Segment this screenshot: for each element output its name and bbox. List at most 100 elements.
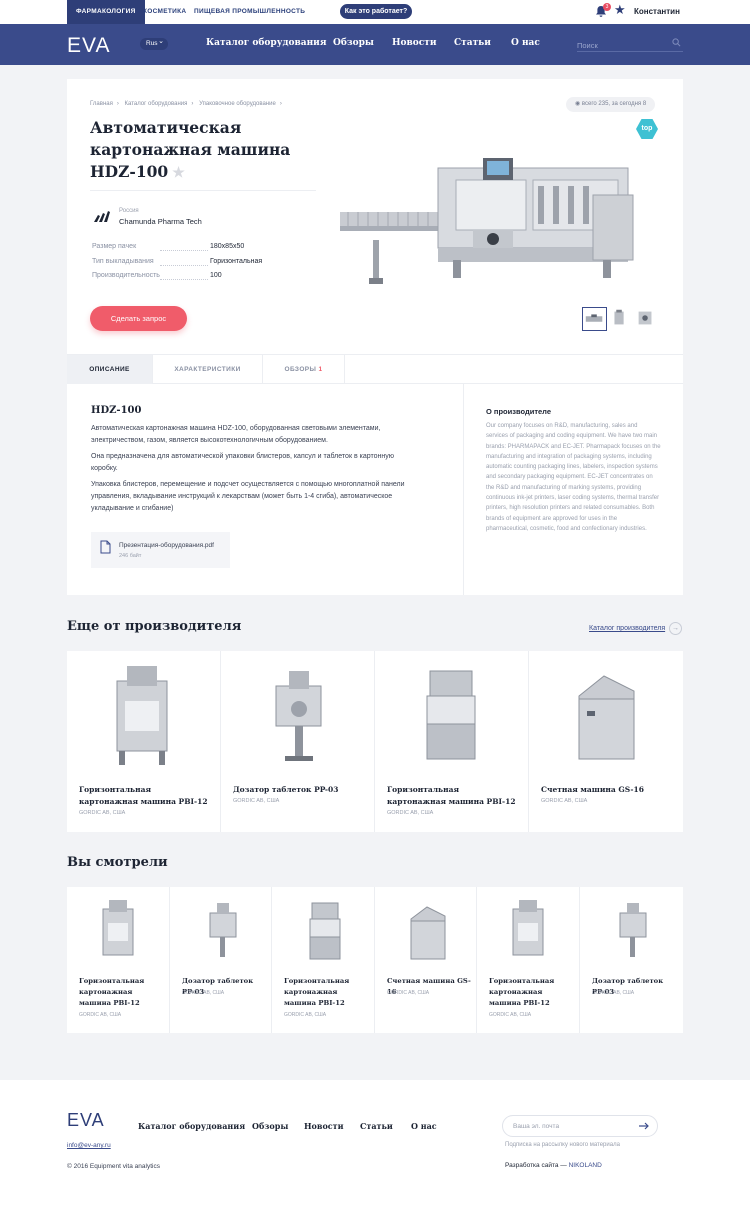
favorites-star-icon[interactable]: ★: [614, 3, 626, 17]
about-text: Our company focuses on R&D, manufacturin…: [486, 423, 661, 532]
description-paragraph: Автоматическая картонажная машина HDZ-10…: [91, 425, 381, 444]
product-maker: GORDIC AB, США: [79, 810, 126, 816]
developer-label: Разработка сайта —: [505, 1162, 567, 1169]
notification-count: 3: [603, 3, 611, 11]
manufacturer-catalog-link[interactable]: Каталог производителя: [589, 625, 665, 632]
product-name[interactable]: Горизонтальная картонажная машина PBI-12: [387, 784, 517, 808]
manufacturer-name[interactable]: Chamunda Pharma Tech: [119, 217, 202, 226]
footer-link-about[interactable]: О нас: [411, 1121, 437, 1131]
file-attachment[interactable]: Презентация-оборудования.pdf 246 байт: [91, 532, 230, 568]
thumbnail-1[interactable]: [582, 307, 607, 331]
footer-logo[interactable]: EVA: [67, 1110, 105, 1131]
divider: [463, 384, 464, 595]
manufacturer-logo-icon: [94, 211, 110, 222]
spec-value: 100: [210, 272, 222, 279]
reviews-count: 1: [318, 366, 323, 373]
product-thumb-image: [426, 670, 476, 760]
product-card-small[interactable]: Дозатор таблеток PP-03 GORDIC AB, США: [170, 887, 272, 1033]
product-card-small[interactable]: Счетная машина GS-16 GORDIC AB, США: [529, 651, 683, 832]
product-card-small[interactable]: Горизонтальная картонажная машина PBI-12…: [477, 887, 580, 1033]
nav-articles[interactable]: Статьи: [454, 38, 491, 48]
product-name[interactable]: Горизонтальная картонажная машина PBI-12: [489, 976, 575, 1009]
product-maker: GORDIC AB, США: [79, 1012, 122, 1018]
logo[interactable]: EVA: [67, 34, 110, 58]
product-card-small[interactable]: Дозатор таблеток PP-03 GORDIC AB, США: [580, 887, 683, 1033]
breadcrumb: Главная › Каталог оборудования › Упаковочн…: [90, 101, 282, 107]
search-input[interactable]: [577, 37, 667, 54]
tab-reviews[interactable]: Обзоры 1: [263, 355, 345, 384]
title-text: Автоматическая картонажная машина HDZ-10…: [90, 118, 291, 181]
thumbnail-3[interactable]: [634, 307, 659, 331]
spec-value: 180x85x50: [210, 243, 245, 250]
file-name: Презентация-оборудования.pdf: [119, 542, 214, 549]
spec-value: Горизонтальная: [210, 258, 263, 265]
product-thumb-image: [309, 902, 341, 960]
tab-description[interactable]: Описание: [67, 355, 153, 384]
breadcrumb-catalog[interactable]: Каталог оборудования: [125, 101, 188, 107]
product-name[interactable]: Счетная машина GS-16: [541, 784, 671, 796]
footer-link-catalog[interactable]: Каталог оборудования: [138, 1121, 245, 1131]
product-name[interactable]: Горизонтальная картонажная машина PBI-12: [79, 976, 165, 1009]
product-card-small[interactable]: Горизонтальная картонажная машина PBI-12…: [67, 887, 170, 1033]
view-count-badge: ◉ всего 235, за сегодня 8: [566, 97, 656, 112]
product-thumb-image: [209, 903, 237, 957]
search-icon[interactable]: [672, 38, 681, 47]
product-name[interactable]: Горизонтальная картонажная машина PBI-12: [284, 976, 370, 1009]
product-maker: GORDIC AB, США: [489, 1012, 532, 1018]
nav-news[interactable]: Новости: [392, 38, 437, 48]
product-maker: GORDIC AB, США: [592, 990, 635, 996]
product-maker: GORDIC AB, США: [284, 1012, 327, 1018]
footer-link-articles[interactable]: Статьи: [360, 1121, 393, 1131]
description-paragraph: Она предназначена для автоматической упа…: [91, 453, 394, 472]
thumbnail-2[interactable]: [608, 307, 633, 331]
request-button[interactable]: Сделать запрос: [90, 306, 187, 331]
product-maker: GORDIC AB, США: [182, 990, 225, 996]
product-name[interactable]: Дозатор таблеток PP-03: [233, 784, 363, 796]
how-it-works-button[interactable]: Как это работает?: [340, 4, 412, 19]
description-paragraph: Упаковка блистеров, перемещение и подсче…: [91, 481, 405, 512]
arrow-right-icon[interactable]: [638, 1120, 650, 1132]
about-heading: О производителе: [486, 407, 551, 416]
developer-link[interactable]: NIKOLAND: [569, 1162, 602, 1169]
spec-key: Производительность: [92, 272, 160, 279]
user-name[interactable]: Константин: [634, 0, 680, 24]
nav-reviews[interactable]: Обзоры: [333, 38, 374, 48]
manufacturer-country: Россия: [119, 208, 139, 214]
breadcrumb-packaging[interactable]: Упаковочное оборудование: [199, 101, 276, 107]
product-thumb-image: [116, 666, 168, 765]
footer-email-link[interactable]: info@ev-any.ru: [67, 1142, 111, 1149]
footer-link-reviews[interactable]: Обзоры: [252, 1121, 288, 1131]
developer-credit: Разработка сайта — NIKOLAND: [505, 1162, 602, 1169]
product-thumb-image: [410, 906, 446, 960]
product-card-small[interactable]: Горизонтальная картонажная машина PBI-12…: [272, 887, 375, 1033]
nav-about[interactable]: О нас: [511, 38, 540, 48]
footer-link-news[interactable]: Новости: [304, 1121, 344, 1131]
favorite-star-icon[interactable]: ★: [172, 165, 185, 181]
product-card-small[interactable]: Дозатор таблеток PP-03 GORDIC AB, США: [221, 651, 375, 832]
product-thumb-image: [512, 900, 544, 956]
nav-catalog[interactable]: Каталог оборудования: [206, 38, 327, 48]
language-select[interactable]: Rus: [140, 36, 168, 50]
tab-specifications[interactable]: Характеристики: [153, 355, 263, 384]
product-maker: GORDIC AB, США: [541, 798, 588, 804]
tab-reviews-label: Обзоры: [284, 366, 317, 373]
product-card-small[interactable]: Горизонтальная картонажная машина PBI-12…: [67, 651, 221, 832]
product-image[interactable]: [338, 140, 664, 292]
document-icon: [100, 540, 111, 554]
product-thumb-image: [102, 900, 134, 956]
tab-pharmacology[interactable]: Фармакология: [67, 0, 145, 24]
breadcrumb-home[interactable]: Главная: [90, 101, 113, 107]
product-thumb-image: [619, 903, 647, 957]
footer: [0, 1080, 750, 1213]
subscribe-email-input[interactable]: [513, 1120, 633, 1133]
seen-products-row: Горизонтальная картонажная машина PBI-12…: [67, 887, 683, 1033]
product-card-small[interactable]: Горизонтальная картонажная машина PBI-12…: [375, 651, 529, 832]
tab-food-industry[interactable]: Пищевая промышленность: [185, 0, 314, 24]
file-size: 246 байт: [119, 553, 142, 559]
spec-key: Тип выкладывания: [92, 258, 154, 265]
arrow-right-icon[interactable]: →: [669, 622, 682, 635]
product-thumb-image: [578, 675, 635, 760]
copyright: © 2016 Equipment vita analytics: [67, 1163, 160, 1170]
product-name[interactable]: Горизонтальная картонажная машина PBI-12: [79, 784, 209, 808]
product-card-small[interactable]: Счетная машина GS-16 GORDIC AB, США: [375, 887, 477, 1033]
